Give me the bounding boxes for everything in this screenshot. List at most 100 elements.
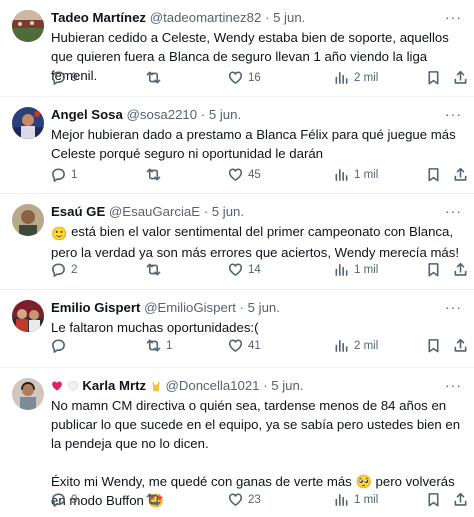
like-button[interactable]: 16 bbox=[228, 70, 261, 85]
reply-icon bbox=[52, 168, 65, 182]
avatar[interactable] bbox=[12, 107, 44, 139]
more-options-icon[interactable]: ··· bbox=[445, 377, 462, 393]
reply-count: 2 bbox=[71, 263, 78, 276]
bookmark-button[interactable] bbox=[426, 338, 441, 353]
tweet[interactable]: Tadeo Martínez @tadeomartinez82 · 5 jun.… bbox=[0, 0, 474, 97]
retweet-icon bbox=[146, 493, 161, 506]
reply-button[interactable]: 9 bbox=[51, 70, 77, 85]
tweet-paragraph: 🙂 está bien el valor sentimental del pri… bbox=[51, 222, 466, 262]
bookmark-icon bbox=[428, 263, 439, 277]
tweet-text: Mejor hubieran dado a prestamo a Blanca … bbox=[51, 125, 466, 163]
reply-button[interactable]: 1 bbox=[51, 167, 77, 182]
share-icon bbox=[454, 167, 467, 181]
heart-icon bbox=[228, 71, 243, 84]
author-handle[interactable]: @tadeomartinez82 bbox=[150, 10, 262, 25]
views-button[interactable]: 2 mil bbox=[334, 338, 378, 353]
avatar[interactable] bbox=[12, 300, 44, 332]
timestamp[interactable]: 5 jun. bbox=[273, 10, 305, 25]
author-name[interactable]: Emilio Gispert bbox=[51, 300, 140, 315]
like-button[interactable]: 23 bbox=[228, 492, 261, 507]
views-button[interactable]: 1 mil bbox=[334, 492, 378, 507]
like-button[interactable]: 14 bbox=[228, 262, 261, 277]
like-button[interactable]: 45 bbox=[228, 167, 261, 182]
tweet-text: Le faltaron muchas oportunidades:( bbox=[51, 318, 466, 337]
analytics-icon bbox=[335, 340, 348, 352]
timestamp[interactable]: 5 jun. bbox=[212, 204, 244, 219]
like-count: 14 bbox=[248, 263, 261, 276]
separator-dot: · bbox=[264, 10, 270, 25]
views-button[interactable]: 2 mil bbox=[334, 70, 378, 85]
bookmark-button[interactable] bbox=[426, 492, 441, 507]
reply-button[interactable] bbox=[51, 338, 71, 353]
analytics-icon bbox=[335, 264, 348, 276]
avatar[interactable] bbox=[12, 10, 44, 42]
slightly-smiling-emoji: 🙂 bbox=[51, 226, 68, 241]
share-button[interactable] bbox=[453, 70, 468, 85]
heart-icon bbox=[228, 263, 243, 276]
author-name[interactable]: Karla Mrtz bbox=[82, 378, 146, 393]
avatar[interactable] bbox=[12, 204, 44, 236]
rock-hand-icon bbox=[152, 381, 160, 392]
timestamp[interactable]: 5 jun. bbox=[271, 378, 303, 393]
white-heart-icon bbox=[67, 381, 78, 391]
share-icon bbox=[454, 262, 467, 276]
heart-icon bbox=[228, 339, 243, 352]
more-options-icon[interactable]: ··· bbox=[445, 299, 462, 315]
like-button[interactable]: 41 bbox=[228, 338, 261, 353]
views-button[interactable]: 1 mil bbox=[334, 262, 378, 277]
retweet-button[interactable]: 1 bbox=[146, 338, 172, 353]
separator-dot: · bbox=[200, 107, 206, 122]
reply-icon bbox=[52, 339, 65, 353]
tweet[interactable]: Esaú GE @EsauGarciaE · 5 jun. ··· 🙂 está… bbox=[0, 194, 474, 290]
more-options-icon[interactable]: ··· bbox=[445, 203, 462, 219]
avatar[interactable] bbox=[12, 378, 44, 410]
retweet-button[interactable] bbox=[146, 167, 166, 182]
heart-icon bbox=[228, 168, 243, 181]
separator-dot: · bbox=[263, 378, 268, 393]
retweet-button[interactable] bbox=[146, 70, 166, 85]
bookmark-button[interactable] bbox=[426, 70, 441, 85]
reply-icon bbox=[52, 263, 65, 277]
bookmark-icon bbox=[428, 168, 439, 182]
analytics-icon bbox=[335, 72, 348, 84]
view-count: 2 mil bbox=[354, 339, 379, 352]
bookmark-icon bbox=[428, 493, 439, 507]
share-button[interactable] bbox=[453, 338, 468, 353]
bookmark-button[interactable] bbox=[426, 167, 441, 182]
retweet-button[interactable] bbox=[146, 262, 166, 277]
tweet-paragraph: Le faltaron muchas oportunidades:( bbox=[51, 320, 259, 335]
timestamp[interactable]: 5 jun. bbox=[209, 107, 241, 122]
author-name[interactable]: Angel Sosa bbox=[51, 107, 123, 122]
share-button[interactable] bbox=[453, 167, 468, 182]
more-options-icon[interactable]: ··· bbox=[445, 106, 462, 122]
share-button[interactable] bbox=[453, 262, 468, 277]
views-button[interactable]: 1 mil bbox=[334, 167, 378, 182]
red-heart-icon bbox=[52, 381, 62, 391]
retweet-button[interactable] bbox=[146, 492, 166, 507]
tweet[interactable]: Emilio Gispert @EmilioGispert · 5 jun. ·… bbox=[0, 290, 474, 368]
tweet[interactable]: Angel Sosa @sosa2210 · 5 jun. ··· Mejor … bbox=[0, 97, 474, 194]
retweet-icon bbox=[146, 339, 161, 352]
timestamp[interactable]: 5 jun. bbox=[248, 300, 280, 315]
share-icon bbox=[454, 70, 467, 84]
player-avatar-image bbox=[12, 107, 44, 139]
tweet[interactable]: Karla Mrtz @Doncella1021 · 5 jun. ··· No… bbox=[0, 368, 474, 517]
share-icon bbox=[454, 338, 467, 352]
author-name[interactable]: Tadeo Martínez bbox=[51, 10, 146, 25]
author-handle[interactable]: @Doncella1021 bbox=[165, 378, 259, 393]
author-handle[interactable]: @sosa2210 bbox=[127, 107, 198, 122]
reply-button[interactable]: 2 bbox=[51, 262, 77, 277]
view-count: 1 mil bbox=[354, 168, 379, 181]
author-handle[interactable]: @EmilioGispert bbox=[144, 300, 236, 315]
analytics-icon bbox=[335, 169, 348, 181]
bookmark-button[interactable] bbox=[426, 262, 441, 277]
fans-avatar-image bbox=[12, 300, 44, 332]
person-avatar-image bbox=[12, 204, 44, 236]
share-button[interactable] bbox=[453, 492, 468, 507]
author-name[interactable]: Esaú GE bbox=[51, 204, 105, 219]
author-handle[interactable]: @EsauGarciaE bbox=[109, 204, 200, 219]
tweet-paragraph: Mejor hubieran dado a prestamo a Blanca … bbox=[51, 127, 456, 161]
reply-button[interactable]: 9 bbox=[51, 492, 77, 507]
heart-icon bbox=[228, 493, 243, 506]
more-options-icon[interactable]: ··· bbox=[445, 9, 462, 25]
